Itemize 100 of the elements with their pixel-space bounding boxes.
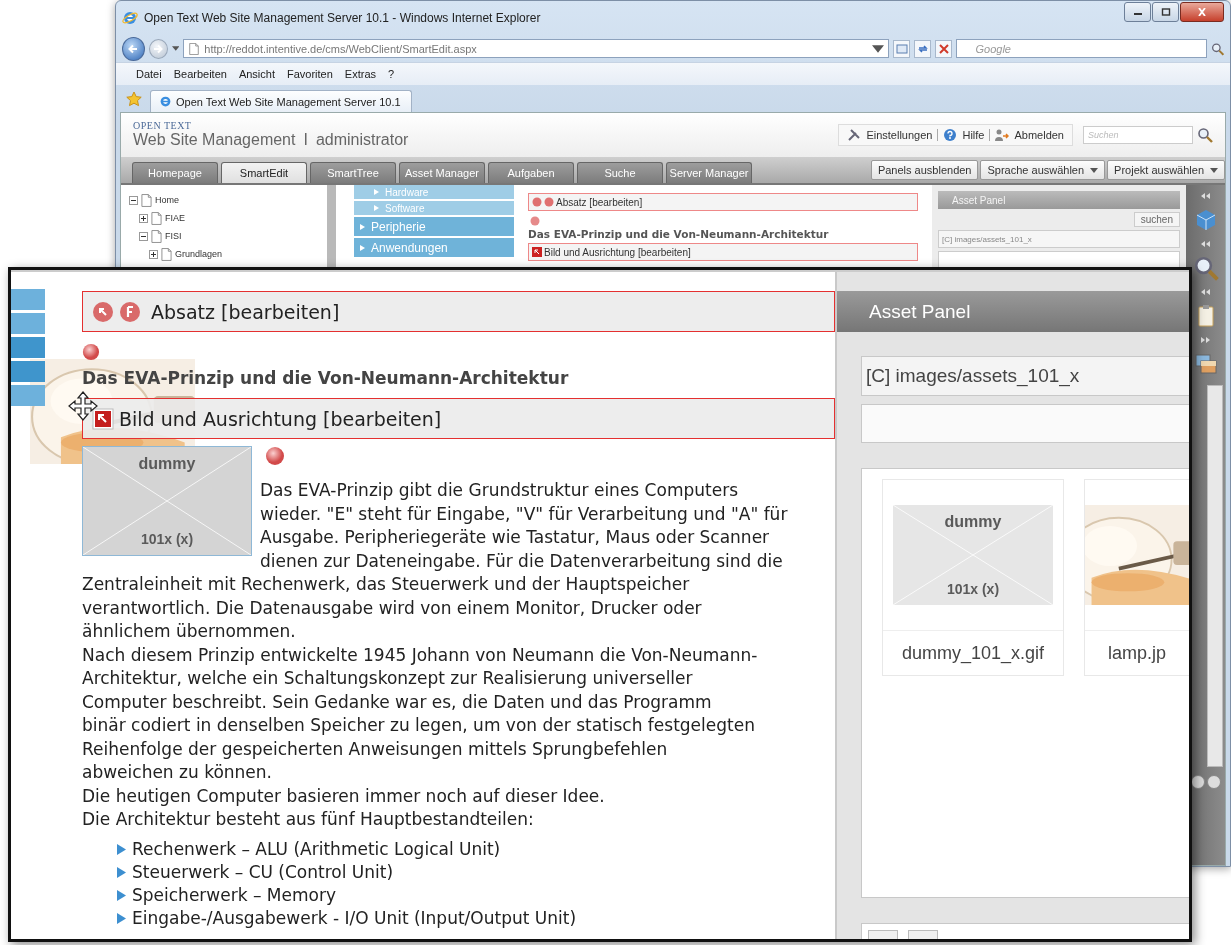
edit-bar[interactable]: Bild und Ausrichtung [bearbeiten] [82, 398, 835, 439]
refresh-button[interactable] [914, 39, 932, 58]
bullet-icon [117, 889, 126, 901]
nav-tile[interactable] [11, 385, 45, 406]
stop-icon [937, 42, 950, 55]
toolbar-button[interactable]: Panels ausblenden [870, 160, 979, 180]
bullet-icon [374, 205, 379, 211]
expand-icon[interactable] [139, 213, 148, 223]
heading: Das EVA-Prinzip und die Von-Neumann-Architektur [528, 228, 830, 240]
caret-icon [1090, 167, 1099, 173]
marker-dot-icon[interactable] [265, 446, 285, 466]
menu-item[interactable]: Favoriten [287, 68, 333, 80]
folder-field[interactable]: [C] images/assets_101_x [861, 356, 1189, 396]
stop-button[interactable] [935, 39, 953, 58]
marker-dot-icon[interactable] [82, 343, 100, 361]
bullet-icon [374, 189, 379, 195]
scrollbar[interactable] [1206, 385, 1223, 767]
nav-tile[interactable] [11, 313, 45, 334]
settings-link[interactable]: Einstellungen [866, 129, 933, 141]
dropdown-button[interactable]: Sprache auswählen [980, 160, 1106, 180]
help-icon [943, 128, 958, 142]
dropdown-button[interactable]: Projekt auswählen [1107, 160, 1225, 180]
tree-item[interactable]: FISI [165, 231, 182, 241]
forward-button[interactable] [148, 38, 168, 59]
marker-dot-icon[interactable] [530, 216, 540, 226]
tree-item[interactable]: Home [155, 195, 179, 205]
edit-label: Bild und Ausrichtung [bearbeiten] [544, 246, 691, 258]
list-item: Steuerwerk – CU (Control Unit) [132, 862, 394, 882]
search-field[interactable]: Suchen [1083, 126, 1193, 144]
circle-icon[interactable] [119, 300, 141, 323]
close-button[interactable] [1180, 2, 1224, 22]
menu-item[interactable]: Datei [136, 68, 162, 80]
edit-bar[interactable]: Bild und Ausrichtung [bearbeiten] [528, 243, 918, 261]
search-button[interactable]: suchen [1133, 212, 1180, 227]
file-name: lamp.jp [1085, 630, 1189, 675]
nav-tab[interactable]: SmartEdit [221, 162, 307, 183]
folder-field[interactable]: [C] images/assets_101_x [938, 230, 1180, 248]
placeholder-image: dummy 101x (x) [82, 446, 252, 556]
help-link[interactable]: Hilfe [962, 129, 985, 141]
file-tile[interactable]: dummy 101x (x) dummy_101_x.gif [882, 479, 1064, 676]
expand-icon[interactable] [149, 249, 158, 259]
nav-tile[interactable] [11, 337, 45, 358]
compatibility-button[interactable] [893, 39, 911, 58]
edit-label: Absatz [bearbeiten] [556, 196, 643, 208]
collapse-icon[interactable] [129, 195, 138, 205]
bullet-icon [117, 866, 126, 878]
browser-logo-icon [159, 95, 172, 108]
panel-header: Asset Panel [938, 191, 1180, 209]
circle-icon[interactable] [544, 197, 554, 207]
arrow-circle-icon[interactable] [92, 300, 114, 323]
nav-tile[interactable] [11, 361, 45, 382]
nav-tile[interactable] [11, 289, 45, 310]
browser-tab[interactable]: Open Text Web Site Management Server 10.1 [150, 90, 412, 112]
list-item: Eingabe-/Ausgabewerk - I/O Unit (Input/Output Unit) [132, 908, 577, 928]
maximize-button[interactable] [1152, 2, 1179, 22]
search-icon[interactable] [1197, 127, 1213, 143]
menu-item[interactable]: Bearbeiten [173, 68, 227, 80]
separator-text: I [303, 131, 308, 149]
input-field[interactable] [861, 404, 1189, 443]
caret-icon [1210, 167, 1218, 173]
edit-label: Absatz [bearbeiten] [151, 300, 340, 323]
images-icon[interactable] [1192, 351, 1219, 377]
menu-item[interactable]: ? [388, 68, 395, 80]
collapse-icon[interactable] [139, 231, 148, 241]
placeholder-image: dummy 101x (x) [893, 505, 1053, 605]
refresh-icon [916, 42, 929, 55]
bullet-icon [117, 912, 126, 924]
brand-name: OPEN TEXT [133, 121, 193, 131]
menu-item[interactable]: Ansicht [238, 68, 275, 80]
search-icon[interactable] [1192, 255, 1219, 281]
logout-link[interactable]: Abmelden [1014, 129, 1064, 141]
file-tile[interactable]: lamp.jp [1084, 479, 1189, 676]
search-icon[interactable] [1210, 41, 1224, 56]
minimize-button[interactable] [1124, 2, 1151, 22]
user-name: administrator [315, 131, 409, 149]
star-icon[interactable] [126, 90, 142, 107]
paragraph: Zentraleinheit mit Rechenwerk, das Steuerwerk und der Hauptspeicher verantwortlich. Die Datenausgabe wird von einem Monitor, Drucker oder ähnlichem übernommen. [82, 573, 703, 643]
arrow-square-icon[interactable] [92, 407, 114, 430]
edit-bar[interactable]: Absatz [bearbeiten] [82, 291, 835, 332]
address-field[interactable]: http://reddot.intentive.de/cms/WebClient/SmartEdit.aspx [183, 39, 890, 58]
window-icon [895, 42, 908, 55]
window-title: Open Text Web Site Management Server 10.1 - Windows Internet Explorer [144, 11, 542, 25]
app-title: Web Site Management [133, 131, 296, 149]
close-icon [1197, 8, 1207, 16]
logout-icon [995, 128, 1010, 142]
edit-bar[interactable]: Absatz [bearbeiten] [528, 193, 918, 211]
file-name: dummy_101_x.gif [883, 630, 1063, 675]
bullet-icon [117, 843, 126, 855]
tree-item[interactable]: Grundlagen [175, 249, 223, 259]
page-icon [151, 211, 162, 225]
page-icon [161, 247, 172, 261]
tree-item[interactable]: FIAE [165, 213, 185, 223]
panel-header: Asset Panel [837, 291, 1189, 332]
search-field[interactable]: Google [956, 39, 1207, 58]
arrow-square-icon[interactable] [532, 247, 542, 257]
list-item: Rechenwerk – ALU (Arithmetic Logical Unit) [132, 839, 501, 859]
circle-icon[interactable] [532, 197, 542, 207]
back-button[interactable] [122, 36, 145, 61]
bullet-icon [360, 244, 365, 251]
menu-item[interactable]: Extras [344, 68, 377, 80]
